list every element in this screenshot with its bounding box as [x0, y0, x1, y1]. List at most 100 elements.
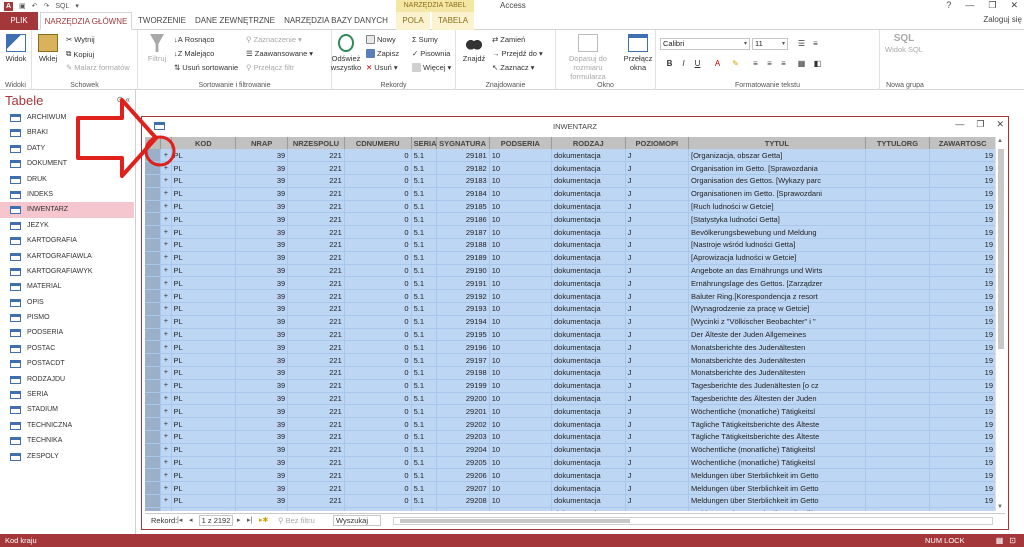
table-cell[interactable]: 39 — [235, 276, 289, 291]
nav-pane-title[interactable]: Tabele — [5, 93, 43, 108]
table-cell[interactable]: 221 — [287, 264, 345, 278]
table-cell[interactable]: 0 — [344, 353, 412, 368]
column-header[interactable]: SERIA — [411, 137, 437, 149]
column-header[interactable]: PODSERIA — [489, 137, 553, 149]
table-cell[interactable]: 0 — [344, 340, 412, 355]
table-cell[interactable]: 29198 — [436, 366, 490, 380]
table-cell[interactable]: 19 — [929, 340, 996, 355]
table-cell[interactable]: 19 — [929, 302, 996, 316]
table-cell[interactable]: 19 — [929, 392, 996, 406]
row-selector[interactable] — [145, 161, 162, 176]
row-selector[interactable] — [145, 289, 162, 304]
search-input[interactable]: Wyszukaj — [333, 515, 381, 526]
table-cell[interactable]: 39 — [235, 302, 289, 316]
replace-button[interactable]: ⇄ Zamień — [492, 35, 525, 44]
table-cell[interactable]: 29185 — [436, 200, 490, 214]
table-cell[interactable]: Meldungen über Sterblichkeit im Getto — [688, 481, 866, 496]
table-cell[interactable]: 19 — [929, 417, 996, 432]
cut-button[interactable]: ✂ Wytnij — [66, 35, 95, 44]
row-selector[interactable] — [145, 430, 162, 444]
table-cell[interactable]: 19 — [929, 430, 996, 444]
expand-icon[interactable]: + — [160, 174, 172, 188]
table-cell[interactable]: 39 — [235, 392, 289, 406]
table-cell[interactable]: Organisation des Gettos. [Wykazy parc — [688, 174, 866, 188]
row-selector[interactable] — [145, 264, 162, 278]
table-cell[interactable]: 221 — [287, 404, 345, 419]
table-cell[interactable]: PL — [171, 238, 237, 252]
table-cell[interactable]: 29191 — [436, 276, 490, 291]
table-cell[interactable]: 10 — [489, 430, 553, 444]
table-cell[interactable]: PL — [171, 264, 237, 278]
table-cell[interactable]: 5.1 — [411, 340, 437, 355]
table-cell[interactable]: [Statystyka ludności Getta] — [688, 212, 866, 227]
row-selector[interactable] — [145, 481, 162, 496]
expand-icon[interactable]: + — [160, 379, 172, 393]
nav-item[interactable]: INWENTARZ — [0, 202, 134, 218]
table-cell[interactable]: J — [625, 212, 690, 227]
table-cell[interactable]: 5.1 — [411, 481, 437, 496]
table-cell[interactable] — [865, 392, 931, 406]
row-selector[interactable] — [145, 456, 162, 470]
table-cell[interactable]: 0 — [344, 264, 412, 278]
view-button[interactable]: Widok — [3, 34, 29, 63]
bullets-icon[interactable]: ☰ — [796, 38, 807, 49]
table-cell[interactable]: 0 — [344, 392, 412, 406]
table-cell[interactable]: 10 — [489, 443, 553, 457]
font-color-button[interactable]: A — [712, 58, 723, 69]
expand-icon[interactable]: + — [160, 161, 172, 176]
table-cell[interactable]: 39 — [235, 456, 289, 470]
align-left-icon[interactable]: ≡ — [750, 58, 761, 69]
tab-table[interactable]: TABELA — [432, 12, 474, 30]
nav-item[interactable]: ARCHIWUM — [0, 110, 134, 125]
table-cell[interactable] — [865, 289, 931, 304]
table-row[interactable]: +PL3922105.12920910dokumentacjaJMeldunge… — [145, 507, 996, 511]
nav-item[interactable]: ZESPOLY — [0, 449, 134, 464]
table-cell[interactable]: 0 — [344, 149, 412, 163]
help-icon[interactable]: ? — [946, 0, 951, 11]
table-cell[interactable]: 39 — [235, 264, 289, 278]
table-cell[interactable]: 0 — [344, 366, 412, 380]
table-cell[interactable]: 221 — [287, 161, 345, 176]
table-cell[interactable] — [865, 456, 931, 470]
table-cell[interactable]: 221 — [287, 379, 345, 393]
table-cell[interactable] — [865, 340, 931, 355]
table-cell[interactable]: J — [625, 149, 690, 163]
table-cell[interactable]: PL — [171, 404, 237, 419]
table-cell[interactable]: 29182 — [436, 161, 490, 176]
table-cell[interactable]: dokumentacja — [551, 468, 626, 483]
table-cell[interactable]: 19 — [929, 468, 996, 483]
table-cell[interactable]: 221 — [287, 238, 345, 252]
table-row[interactable]: + PL 39 221 0 5.1 29200 10 dokumentacja J Tagesber… — [145, 392, 996, 406]
table-cell[interactable]: 29195 — [436, 328, 490, 342]
table-row[interactable]: + PL 39 221 0 5.1 29201 10 dokumentacja J Wöchentl… — [145, 404, 996, 419]
table-cell[interactable] — [865, 264, 931, 278]
table-cell[interactable]: 10 — [489, 225, 553, 240]
table-cell[interactable] — [865, 225, 931, 240]
table-cell[interactable]: PL — [171, 187, 237, 201]
table-cell[interactable] — [865, 161, 931, 176]
nav-item[interactable]: STADIUM — [0, 402, 134, 417]
expand-icon[interactable]: + — [160, 392, 172, 406]
last-record-icon[interactable]: ▸| — [247, 516, 252, 524]
table-row[interactable]: + PL 39 221 0 5.1 29198 10 dokumentacja J Monatsbe… — [145, 366, 996, 380]
table-cell[interactable]: J — [625, 200, 690, 214]
table-cell[interactable]: 39 — [235, 443, 289, 457]
table-row[interactable]: + PL 39 221 0 5.1 29202 10 dokumentacja J Tägliche… — [145, 417, 996, 432]
table-cell[interactable]: PL — [171, 430, 237, 444]
table-cell[interactable]: PL — [171, 289, 237, 304]
table-cell[interactable]: PL — [171, 340, 237, 355]
selection-button[interactable]: ⚲ Zaznaczenie ▾ — [246, 35, 302, 44]
table-cell[interactable]: 221 — [287, 456, 345, 470]
table-cell[interactable]: J — [625, 507, 690, 511]
font-family-select[interactable]: Calibri ▾ — [660, 38, 750, 50]
table-cell[interactable]: 5.1 — [411, 456, 437, 470]
table-cell[interactable]: 221 — [287, 366, 345, 380]
table-cell[interactable]: PL — [171, 494, 237, 508]
table-row[interactable]: + PL 39 221 0 5.1 29193 10 dokumentacja J [Wynagro… — [145, 302, 996, 316]
spelling-button[interactable]: ✓ Pisownia — [412, 49, 450, 58]
table-cell[interactable] — [865, 379, 931, 393]
table-cell[interactable]: 19 — [929, 276, 996, 291]
find-button[interactable]: Znajdź — [462, 34, 486, 63]
row-selector[interactable] — [145, 494, 162, 508]
table-cell[interactable]: 39 — [235, 353, 289, 368]
